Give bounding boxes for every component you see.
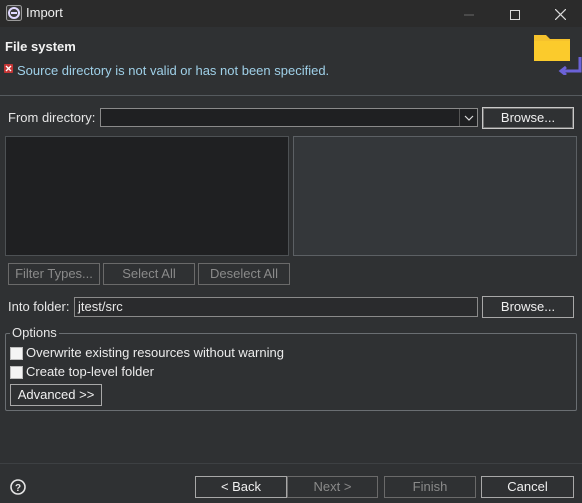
folder-import-icon	[534, 35, 582, 75]
options-group-label: Options	[10, 325, 59, 340]
toplevel-checkbox[interactable]	[10, 366, 23, 379]
select-all-button[interactable]: Select All	[103, 263, 195, 285]
error-message: Source directory is not valid or has not…	[17, 63, 330, 78]
wizard-banner: File system Source directory is not vali…	[0, 27, 582, 96]
from-directory-label: From directory:	[8, 110, 96, 125]
minimize-icon	[464, 14, 474, 16]
banner-separator	[0, 95, 582, 96]
svg-text:?: ?	[15, 483, 21, 494]
minimize-button[interactable]	[446, 0, 492, 27]
eclipse-app-icon	[6, 5, 22, 21]
finish-button[interactable]: Finish	[384, 476, 476, 498]
help-icon[interactable]: ?	[10, 479, 26, 495]
error-icon	[4, 64, 13, 73]
deselect-all-button[interactable]: Deselect All	[198, 263, 290, 285]
title-bar: Import	[0, 0, 582, 27]
footer-separator	[0, 463, 582, 464]
toplevel-label: Create top-level folder	[26, 364, 154, 379]
advanced-button[interactable]: Advanced >>	[10, 384, 102, 406]
overwrite-label: Overwrite existing resources without war…	[26, 345, 284, 360]
window-title: Import	[26, 5, 63, 20]
back-button[interactable]: < Back	[195, 476, 287, 498]
file-list[interactable]	[293, 136, 577, 256]
chevron-down-icon	[464, 115, 473, 121]
close-button[interactable]	[537, 0, 582, 27]
filter-types-button[interactable]: Filter Types...	[8, 263, 100, 285]
maximize-button[interactable]	[492, 0, 538, 27]
into-folder-field[interactable]: jtest/src	[74, 297, 478, 317]
folder-tree[interactable]	[5, 136, 289, 256]
combo-dropdown-button[interactable]	[459, 109, 477, 126]
from-browse-button[interactable]: Browse...	[482, 107, 574, 129]
next-button[interactable]: Next >	[287, 476, 378, 498]
from-directory-combo[interactable]	[100, 108, 478, 127]
page-title: File system	[5, 39, 76, 54]
overwrite-checkbox[interactable]	[10, 347, 23, 360]
close-icon	[554, 8, 566, 21]
into-browse-button[interactable]: Browse...	[482, 296, 574, 318]
maximize-icon	[510, 9, 520, 20]
cancel-button[interactable]: Cancel	[481, 476, 574, 498]
into-folder-label: Into folder:	[8, 299, 70, 314]
